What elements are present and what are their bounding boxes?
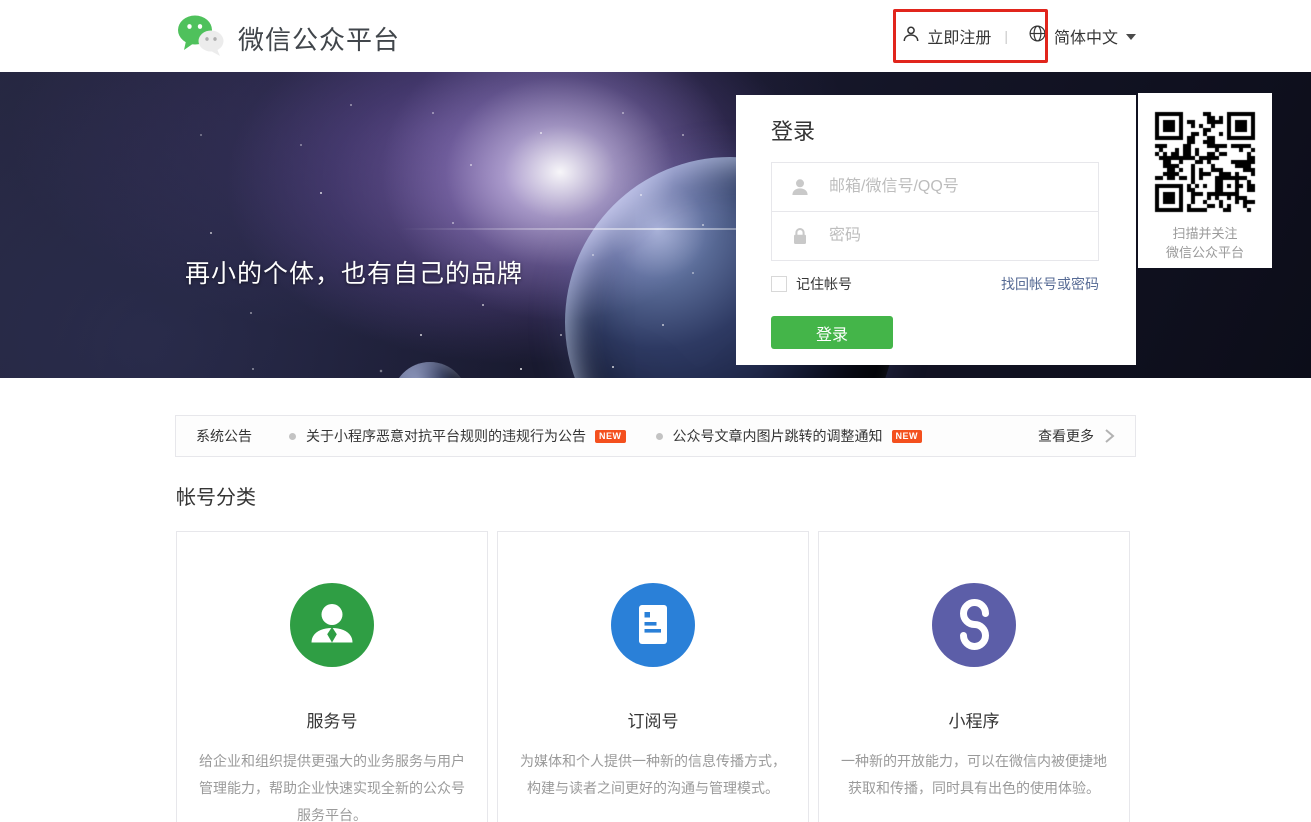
account-category-cards: 服务号 给企业和组织提供更强大的业务服务与用户管理能力，帮助企业快速实现全新的公… — [176, 531, 1130, 822]
subscription-account-icon — [611, 583, 695, 667]
language-switch[interactable]: 简体中文 — [1021, 24, 1136, 48]
bullet-icon — [289, 432, 296, 440]
login-options: 记住帐号 找回帐号或密码 — [771, 274, 1099, 294]
forgot-password-link[interactable]: 找回帐号或密码 — [1001, 274, 1099, 294]
account-row — [772, 163, 1098, 212]
page-title: 微信公众平台 — [238, 25, 401, 55]
login-title: 登录 — [771, 119, 816, 144]
person-icon — [902, 25, 920, 48]
globe-icon — [1029, 25, 1046, 47]
remember-label: 记住帐号 — [796, 276, 852, 292]
remember-account[interactable]: 记住帐号 — [771, 274, 852, 294]
register-label: 立即注册 — [927, 30, 992, 47]
hero-tagline: 再小的个体，也有自己的品牌 — [185, 260, 524, 288]
announcement-item[interactable]: 关于小程序恶意对抗平台规则的违规行为公告 NEW — [289, 426, 626, 446]
login-button[interactable]: 登录 — [771, 316, 893, 349]
card-subscription-account[interactable]: 订阅号 为媒体和个人提供一种新的信息传播方式，构建与读者之间更好的沟通与管理模式… — [497, 531, 809, 822]
login-panel: 登录 邮箱/微信号/QQ号 记住帐号 找回帐号或密码 登录 — [736, 95, 1136, 365]
announcement-bar: 系统公告 关于小程序恶意对抗平台规则的违规行为公告 NEW 公众号文章内图片跳转… — [175, 415, 1136, 457]
header-separator: | — [1004, 28, 1008, 44]
new-badge: NEW — [891, 429, 922, 443]
view-more-link[interactable]: 查看更多 — [1038, 426, 1115, 446]
register-link[interactable]: 立即注册 — [895, 24, 991, 48]
header-actions: 立即注册 | 简体中文 — [895, 0, 1136, 72]
announcement-label: 系统公告 — [196, 428, 252, 444]
new-badge: NEW — [595, 429, 626, 443]
remember-checkbox[interactable] — [771, 276, 787, 292]
qr-panel: 扫描并关注 微信公众平台 — [1138, 93, 1272, 268]
password-row — [772, 212, 1098, 260]
logo[interactable]: 微信公众平台 — [176, 14, 400, 63]
language-label: 简体中文 — [1053, 30, 1118, 47]
header: 微信公众平台 立即注册 | 简体中文 — [0, 0, 1311, 72]
chevron-right-icon — [1104, 428, 1115, 444]
qr-code — [1151, 108, 1259, 216]
section-title-account-categories: 帐号分类 — [176, 487, 256, 509]
wechat-official-platform-page: 微信公众平台 立即注册 | 简体中文 再小的个体，也有自己的品牌 登录 邮箱/微… — [0, 0, 1311, 822]
announcement-item[interactable]: 公众号文章内图片跳转的调整通知 NEW — [655, 426, 922, 446]
person-icon — [790, 177, 810, 197]
star-field — [0, 72, 2, 74]
password-input[interactable] — [827, 226, 1088, 246]
qr-caption-line1: 扫描并关注 — [1172, 226, 1238, 241]
mini-program-icon — [932, 583, 1016, 667]
wechat-logo-icon — [176, 14, 226, 63]
service-account-icon — [290, 583, 374, 667]
qr-caption-line2: 微信公众平台 — [1165, 245, 1244, 260]
login-input-group — [771, 162, 1099, 261]
card-service-account[interactable]: 服务号 给企业和组织提供更强大的业务服务与用户管理能力，帮助企业快速实现全新的公… — [176, 531, 488, 822]
card-mini-program[interactable]: 小程序 一种新的开放能力，可以在微信内被便捷地获取和传播，同时具有出色的使用体验… — [818, 531, 1130, 822]
lock-icon — [790, 226, 810, 246]
chevron-down-icon — [1126, 34, 1136, 40]
account-input[interactable] — [827, 177, 1088, 197]
bullet-icon — [655, 432, 663, 440]
